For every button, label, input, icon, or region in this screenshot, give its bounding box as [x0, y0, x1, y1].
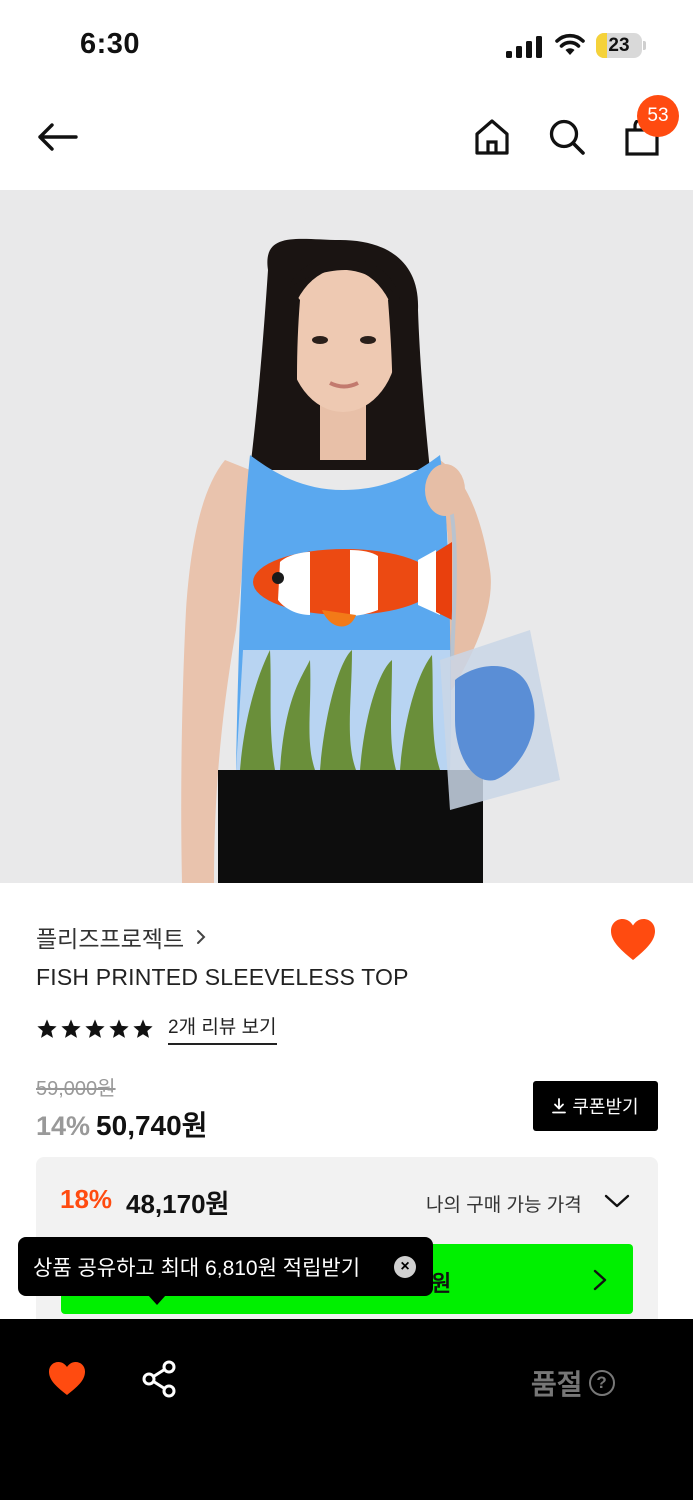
close-icon[interactable]: × [394, 1256, 416, 1278]
product-title: FISH PRINTED SLEEVELESS TOP [36, 964, 409, 990]
coupon-label: 쿠폰받기 [572, 1097, 639, 1117]
share-reward-tooltip: 상품 공유하고 최대 6,810원 적립받기 × [18, 1237, 433, 1305]
brand-link[interactable]: 플리즈프로젝트 [36, 920, 206, 954]
soldout-status: 품절 ? [531, 1363, 615, 1403]
star-icon [109, 1018, 129, 1038]
home-icon[interactable] [474, 118, 510, 156]
status-time: 6:30 [80, 28, 141, 60]
my-price-value: 48,170원 [126, 1189, 230, 1219]
search-icon[interactable] [548, 118, 586, 156]
product-image[interactable] [0, 190, 693, 883]
tooltip-text: 상품 공유하고 최대 6,810원 적립받기 [33, 1256, 361, 1280]
star-icon [61, 1018, 81, 1038]
heart-icon[interactable] [48, 1361, 86, 1397]
battery-indicator: 23 [596, 33, 642, 58]
promo-banner-text: 원 [431, 1271, 452, 1296]
coupon-download-button[interactable]: 쿠폰받기 [533, 1081, 658, 1131]
my-price-rate: 18% [60, 1184, 113, 1214]
star-icon [85, 1018, 105, 1038]
chevron-right-icon [197, 930, 206, 944]
wifi-icon [555, 33, 585, 55]
sale-price: 50,740원 [96, 1110, 208, 1141]
star-icon [133, 1018, 153, 1038]
star-rating [36, 1018, 154, 1040]
question-icon[interactable]: ? [588, 1370, 615, 1396]
top-navigation [0, 90, 693, 190]
download-icon [552, 1098, 567, 1114]
chevron-down-icon[interactable] [604, 1193, 630, 1209]
cellular-signal-icon [506, 36, 542, 58]
sale-price-row: 14% 50,740원 [36, 1104, 207, 1144]
my-price-label: 나의 구매 가능 가격 [426, 1195, 582, 1216]
battery-nub [643, 41, 646, 50]
back-arrow-icon[interactable] [36, 122, 78, 152]
chevron-right-icon [593, 1269, 607, 1291]
battery-percent: 23 [608, 35, 630, 56]
soldout-label: 품절 [531, 1369, 583, 1400]
bottom-action-bar: 품절 ? [0, 1319, 693, 1500]
wishlist-heart-icon[interactable] [610, 918, 656, 962]
star-icon [37, 1018, 57, 1038]
reviews-link[interactable]: 2개 리뷰 보기 [168, 1012, 277, 1045]
status-bar: 6:30 23 [0, 0, 693, 90]
cart-count-badge: 53 [637, 95, 679, 137]
tooltip-tail [148, 1295, 166, 1305]
original-price: 59,000원 [36, 1078, 116, 1100]
brand-name: 플리즈프로젝트 [36, 926, 185, 952]
product-photo-illustration [181, 238, 560, 883]
rating-row: 2개 리뷰 보기 [36, 1012, 277, 1045]
discount-rate: 14% [36, 1111, 91, 1141]
share-icon[interactable] [141, 1360, 177, 1398]
